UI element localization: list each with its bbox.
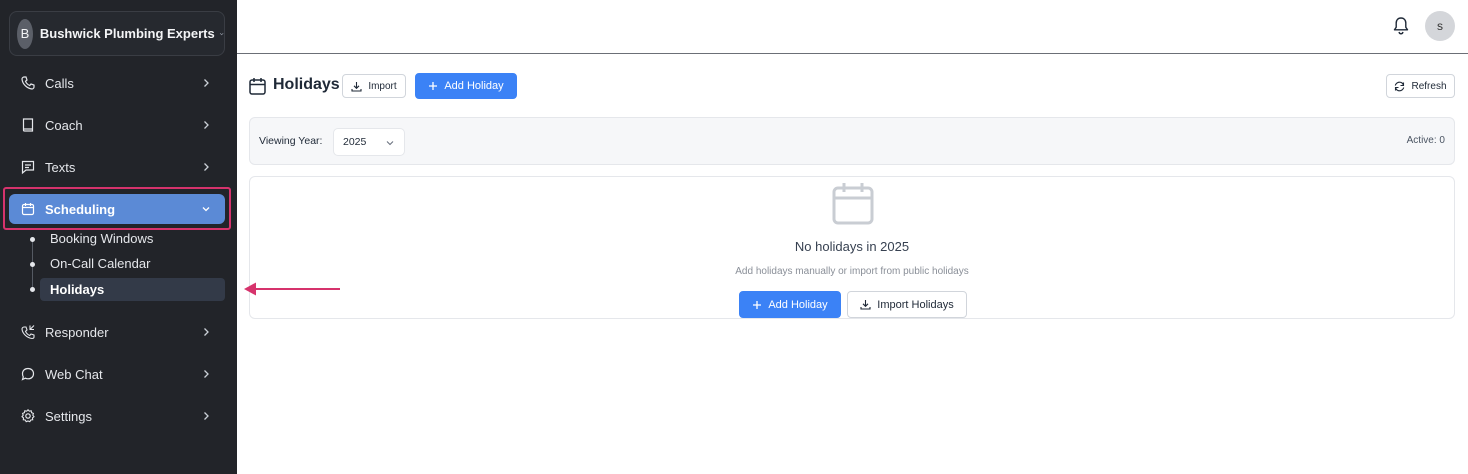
chevron-right-icon [204,412,209,420]
empty-state-card: No holidays in 2025 Add holidays manuall… [249,176,1455,319]
import-holidays-label: Import Holidays [877,298,954,311]
add-holiday-button[interactable]: Add Holiday [415,73,517,99]
sidebar-item-responder[interactable]: Responder [9,317,225,347]
sidebar-item-coach[interactable]: Coach [9,110,225,140]
download-icon [860,300,871,310]
message-icon [20,159,36,175]
phone-icon [20,75,36,91]
chevron-right-icon [204,163,209,171]
chevron-right-icon [204,121,209,129]
sidebar-item-scheduling[interactable]: Scheduling [9,194,225,224]
add-holiday-button-label: Add Holiday [444,80,504,92]
org-name: Bushwick Plumbing Experts [39,26,215,41]
import-holidays-button[interactable]: Import Holidays [847,291,967,318]
chat-bubble-icon [20,366,36,382]
year-select-value: 2025 [343,136,367,148]
bell-icon[interactable] [1392,16,1410,36]
sidebar-subitem-on-call-calendar[interactable]: On-Call Calendar [40,252,225,275]
sidebar-item-label: Calls [45,75,74,91]
submenu-bullet [30,237,35,242]
plus-icon [429,82,438,90]
refresh-button[interactable]: Refresh [1386,74,1455,98]
empty-state-title: No holidays in 2025 [794,239,910,254]
year-select[interactable]: 2025 [333,128,405,156]
app-window: B Bushwick Plumbing Experts Calls Coach … [0,0,1468,474]
page-title: Holidays [273,76,340,93]
sidebar-item-settings[interactable]: Settings [9,401,225,431]
sidebar-item-label: Texts [45,159,76,175]
calendar-icon [249,78,266,95]
org-avatar: B [17,18,33,49]
annotation-arrow [244,282,340,296]
empty-add-holiday-button[interactable]: Add Holiday [739,291,841,318]
sidebar: B Bushwick Plumbing Experts Calls Coach … [0,0,237,474]
gear-icon [20,408,36,424]
year-filter-bar: Viewing Year: 2025 Active: 0 [249,117,1455,165]
calendar-icon [832,183,874,225]
top-bar [237,0,1468,54]
sidebar-item-label: Responder [45,324,109,340]
download-icon [351,81,362,92]
chevron-down-icon [219,32,224,35]
org-switcher[interactable]: B Bushwick Plumbing Experts [9,11,225,56]
chevron-down-icon [386,141,394,146]
chevron-right-icon [204,370,209,378]
phone-forward-icon [20,324,36,340]
active-count: Active: 0 [1406,135,1445,146]
submenu-bullet [30,262,35,267]
sidebar-item-web-chat[interactable]: Web Chat [9,359,225,389]
calendar-icon [20,201,36,217]
submenu-bullet [30,287,35,292]
plus-icon [753,300,762,309]
empty-state-subtitle: Add holidays manually or import from pub… [735,266,969,277]
chevron-right-icon [204,79,209,87]
sidebar-item-calls[interactable]: Calls [9,68,225,98]
book-icon [20,117,36,133]
sidebar-subitem-booking-windows[interactable]: Booking Windows [40,227,225,250]
sidebar-item-label: Coach [45,117,83,133]
empty-add-holiday-label: Add Holiday [768,298,828,311]
sidebar-item-label: Web Chat [45,366,103,382]
sidebar-item-texts[interactable]: Texts [9,152,225,182]
refresh-icon [1395,81,1405,91]
user-avatar[interactable]: s [1425,11,1455,41]
chevron-right-icon [204,328,209,336]
chevron-down-icon [202,207,210,212]
sidebar-subitem-holidays[interactable]: Holidays [40,278,225,301]
import-button[interactable]: Import [342,74,406,98]
sidebar-item-label: Scheduling [45,201,116,217]
refresh-button-label: Refresh [1411,80,1447,92]
import-button-label: Import [368,80,397,92]
sidebar-item-label: Settings [45,408,92,424]
viewing-year-label: Viewing Year: [259,135,323,147]
